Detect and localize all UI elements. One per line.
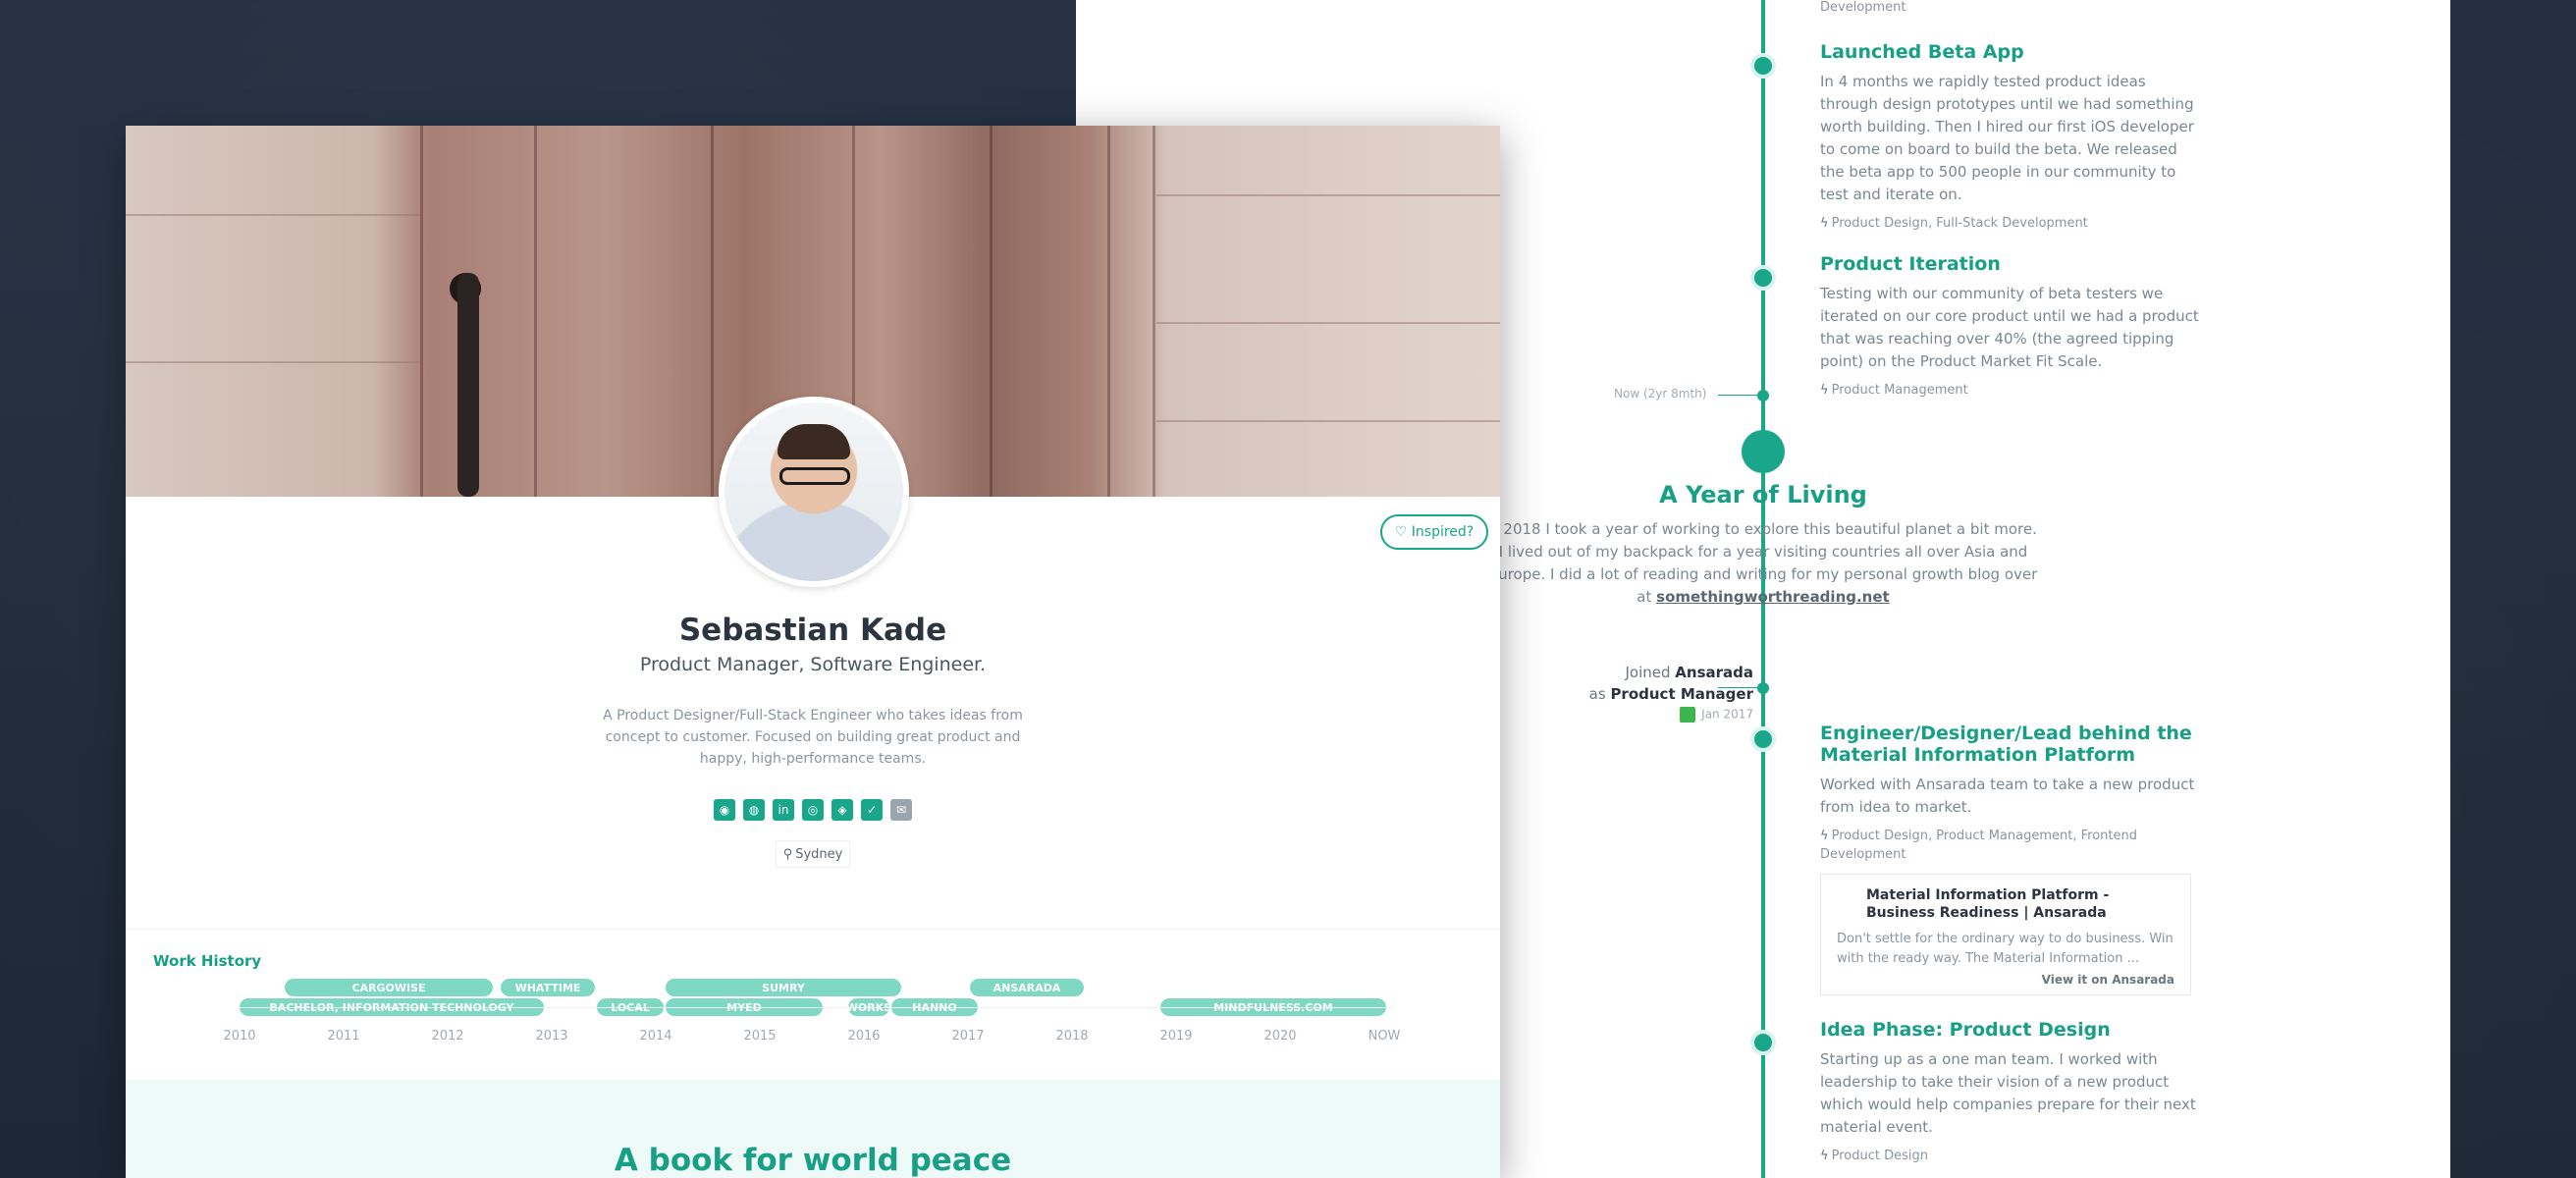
stackoverflow-icon[interactable]: ◈ [832,799,853,821]
profile-role: Product Manager, Software Engineer. [639,654,987,675]
timeline-entry-title: Idea Phase: Product Design [1820,1019,2111,1041]
globe-icon[interactable]: ◉ [714,799,735,821]
work-history-bar[interactable]: ANSARADA [970,979,1084,996]
twitter-icon[interactable]: ✓ [861,799,883,821]
timeline-entry-tags: ϟ Product Design [1820,1149,1928,1163]
year-of-living-title: A Year of Living [1659,481,1867,509]
work-history-year: 2019 [1159,1029,1193,1044]
link-card-title: Material Information Platform - Business… [1866,887,2110,921]
work-history-bar[interactable]: CARGOWISE [285,979,493,996]
now-tick [1718,395,1761,396]
avatar [719,397,909,587]
timeline-entry: Product Iteration Testing with our commu… [1820,253,2203,400]
timeline-entry-description: Testing with our community of beta teste… [1820,285,2199,370]
now-duration-label: Now (2yr 8mth) [1614,387,1707,401]
company-name[interactable]: Ansarada [1675,664,1753,681]
timeline-entry: Idea Phase: Product Design Starting up a… [1820,1019,2203,1165]
work-history-year: 2020 [1263,1029,1297,1044]
bolt-icon: ϟ [1820,829,1829,843]
company-logo-icon [1680,707,1696,723]
bolt-icon: ϟ [1820,1149,1829,1163]
timeline-entry-tags: ϟ Product Design, Product Management, Fro… [1820,829,2137,862]
profile-card: ♡ Inspired? Sebastian Kade Product Manag… [126,126,1500,1178]
timeline-entry-description: Starting up as a one man team. I worked … [1820,1050,2196,1136]
work-history-bar[interactable]: WHATTIME [501,979,595,996]
work-history-year: 2018 [1055,1029,1089,1044]
joined-date: Jan 2017 [1626,707,1753,723]
timeline-dot [1750,1030,1776,1055]
joined-tick [1718,687,1761,688]
profile-name: Sebastian Kade [678,613,947,648]
work-history-year: 2010 [223,1029,256,1044]
link-preview-card[interactable]: Material Information Platform - Business… [1820,874,2191,995]
door-handle [457,273,479,497]
work-history-year: 2014 [639,1029,672,1044]
work-history-year: 2011 [327,1029,360,1044]
work-history-year: NOW [1368,1029,1401,1044]
book-title: A book for world peace [614,1143,1012,1178]
link-card-view-link[interactable]: View it on Ansarada [1837,973,2174,987]
timeline-entry-tags: ϟ Product Management [1820,383,1968,398]
work-history-year: 2017 [951,1029,985,1044]
inspired-button[interactable]: ♡ Inspired? [1380,514,1488,550]
timeline-top-tags: Development [1820,0,1906,15]
work-history-axis [240,1007,1393,1008]
timeline-entry-tags: ϟ Product Design, Full-Stack Development [1820,216,2088,231]
timeline-dot-large [1742,430,1785,473]
dribbble-icon[interactable]: ◍ [743,799,765,821]
timeline-entry-title: Engineer/Designer/Lead behind the Materi… [1820,723,2192,766]
link-card-description: Don't settle for the ordinary way to do … [1837,932,2174,966]
bolt-icon: ϟ [1820,216,1829,231]
work-history-year: 2013 [535,1029,568,1044]
location-badge: ⚲ Sydney [776,840,850,868]
bolt-icon: ϟ [1820,383,1829,398]
timeline-entry: Launched Beta App In 4 months we rapidly… [1820,41,2203,233]
work-history-year: 2012 [431,1029,464,1044]
map-pin-icon: ⚲ [782,846,793,862]
social-links: ◉ ◍ in ◎ ◈ ✓ ✉ [126,799,1500,821]
linkedin-icon[interactable]: in [773,799,794,821]
timeline-entry-description: In 4 months we rapidly tested product id… [1820,73,2194,203]
timeline-dot [1750,53,1776,79]
blog-link[interactable]: somethingworthreading.net [1656,588,1890,606]
timeline-entry-title: Launched Beta App [1820,41,2024,63]
timeline-dot-small [1757,682,1769,694]
timeline-entry-title: Product Iteration [1820,253,2001,275]
section-divider [126,929,1500,930]
timeline-dot-small [1757,390,1769,402]
timeline-dot [1750,265,1776,291]
profile-bio: A Product Designer/Full-Stack Engineer w… [603,708,1023,767]
timeline-dot [1750,726,1776,752]
work-history-bar[interactable]: SUMRY [666,979,901,996]
work-history-year: 2016 [847,1029,881,1044]
year-of-living-description: n 2018 I took a year of working to explo… [1488,520,2038,606]
work-history-title: Work History [153,952,262,970]
timeline-entry-description: Worked with Ansarada team to take a new … [1820,776,2195,816]
github-icon[interactable]: ◎ [802,799,824,821]
timeline-entry: Engineer/Designer/Lead behind the Materi… [1820,723,2203,864]
work-history-year: 2015 [743,1029,777,1044]
email-icon[interactable]: ✉ [890,799,912,821]
